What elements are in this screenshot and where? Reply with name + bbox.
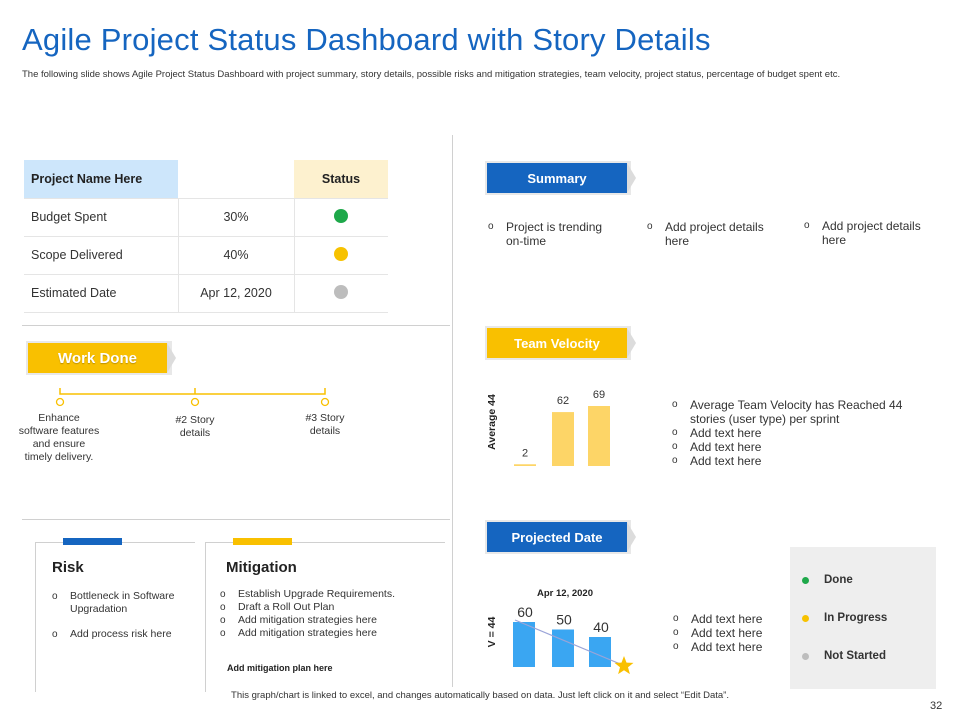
empty-header-cell (178, 160, 294, 199)
list-item: o Establish Upgrade Requirements. (220, 588, 395, 600)
page-subtitle: The following slide shows Agile Project … (22, 69, 841, 80)
risk-accent-bar (63, 538, 122, 545)
row-label: Budget Spent (24, 198, 178, 237)
list-item: o Add text here (673, 640, 763, 654)
status-dot (334, 208, 349, 223)
chart-bar (588, 406, 610, 466)
row-value: 40% (177, 236, 295, 275)
row-label: Estimated Date (24, 274, 178, 313)
list-item: o Add text here (672, 426, 762, 440)
chart-y-label: Average 44 (486, 394, 498, 450)
row-value: Apr 12, 2020 (177, 274, 295, 313)
chart-title: Apr 12, 2020 (537, 588, 593, 599)
risk-title: Risk (52, 559, 84, 576)
chart-bar (552, 629, 574, 667)
list-item: o Bottleneck in Software Upgradation (52, 590, 175, 615)
vertical-divider (452, 135, 453, 687)
work-item: Enhance software features and ensure tim… (18, 412, 100, 463)
work-item: #2 Story details (175, 414, 215, 439)
chart-bar (514, 464, 536, 466)
list-item: o Draft a Roll Out Plan (220, 601, 335, 613)
chart-data-label: 50 (556, 612, 572, 628)
legend-item-not-started: Not Started (790, 637, 936, 675)
page-title: Agile Project Status Dashboard with Stor… (22, 22, 711, 57)
list-item: o Add mitigation strategies here (220, 627, 377, 639)
project-name-header: Project Name Here (24, 160, 178, 199)
chart-y-label: V = 44 (486, 617, 498, 648)
projected-date-banner: Projected Date (487, 522, 636, 552)
timeline-node (55, 397, 65, 407)
team-velocity-chart: Average 44 2 62 69 (486, 389, 610, 466)
mitigation-list: o Establish Upgrade Requirements. o Draft … (220, 588, 420, 640)
summary-item: o Add project details here (804, 219, 921, 247)
chart-data-label: 40 (593, 619, 609, 635)
list-item: o Add text here (673, 626, 763, 640)
status-dot (334, 284, 349, 299)
list-item: o Add text here (672, 440, 762, 454)
mitigation-accent-bar (233, 538, 292, 545)
projected-bullets: o Add text here o Add text here o Add text … (673, 612, 803, 654)
list-item: o Add process risk here (52, 628, 172, 640)
velocity-bullets: o Average Team Velocity has Reached 44 st… (672, 398, 922, 468)
timeline-node (320, 397, 330, 407)
work-item: #3 Story details (305, 412, 345, 437)
risk-list: o Bottleneck in Software Upgradation o Add… (52, 590, 198, 641)
legend-item-in-progress: In Progress (790, 599, 936, 637)
horizontal-divider (22, 325, 450, 326)
legend-dot (802, 652, 809, 660)
summary-banner: Summary (487, 163, 636, 193)
chart-data-label: 69 (593, 389, 605, 401)
legend-dot (802, 614, 809, 622)
chart-bar (552, 412, 574, 466)
list-item: o Add text here (673, 612, 763, 626)
chart-bar (513, 622, 535, 667)
work-done-timeline (55, 388, 330, 407)
table-row: Scope Delivered 40% (24, 236, 388, 275)
star-icon (614, 656, 634, 675)
table-row: Budget Spent 30% (24, 198, 388, 237)
timeline-line (59, 388, 326, 395)
list-item: o Average Team Velocity has Reached 44 st… (672, 398, 903, 426)
chart-data-label: 62 (557, 395, 569, 407)
status-header: Status (294, 160, 388, 199)
status-dot (334, 246, 349, 261)
summary-item: o Add project details here (647, 220, 764, 248)
row-label: Scope Delivered (24, 236, 178, 275)
mitigation-title: Mitigation (226, 559, 297, 576)
status-legend: Done In Progress Not Started (790, 547, 936, 689)
team-velocity-banner: Team Velocity (487, 328, 636, 358)
timeline-node (190, 397, 200, 407)
summary-item: o Project is trending on-time (488, 220, 603, 248)
list-item: o Add text here (672, 454, 762, 468)
project-status-table: Project Name Here Status Budget Spent 30… (24, 160, 388, 313)
chart-data-label: 60 (517, 604, 533, 620)
projected-date-chart: Apr 12, 2020 V = 44 60 50 40 (486, 588, 634, 675)
legend-item-done: Done (790, 561, 936, 599)
table-row: Estimated Date Apr 12, 2020 (24, 274, 388, 313)
mitigation-plan: Add mitigation plan here (227, 663, 333, 673)
work-done-banner: Work Done (28, 343, 176, 373)
table-header-row: Project Name Here Status (24, 160, 388, 199)
legend-dot (802, 576, 809, 584)
row-value: 30% (177, 198, 295, 237)
page-number: 32 (930, 700, 943, 712)
list-item: o Add mitigation strategies here (220, 614, 377, 626)
footer-note: This graph/chart is linked to excel, and… (231, 690, 729, 701)
chart-data-label: 2 (522, 447, 528, 459)
horizontal-divider (22, 519, 450, 520)
